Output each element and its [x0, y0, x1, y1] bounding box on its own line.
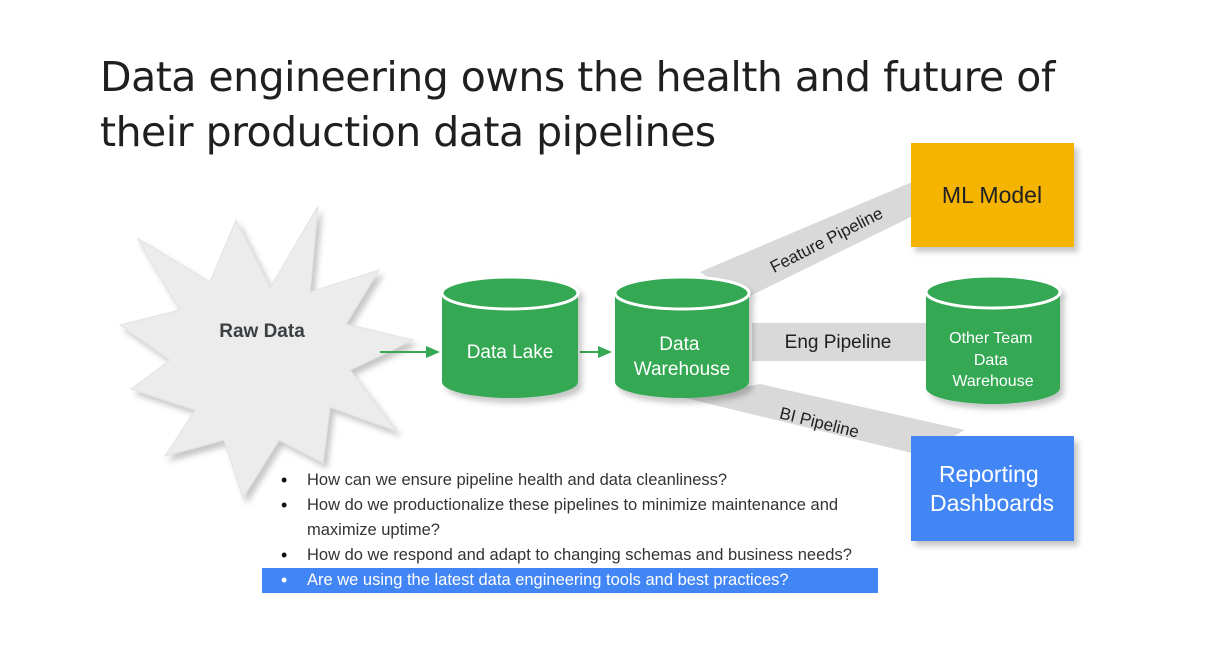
data-lake-label: Data Lake	[467, 342, 554, 363]
question-list: How can we ensure pipeline health and da…	[262, 468, 882, 593]
ml-model-label: ML Model	[942, 182, 1042, 208]
question-item: How do we productionalize these pipeline…	[262, 493, 882, 543]
other-team-label-line1: Other Team	[949, 330, 1032, 347]
reporting-label-line1: Reporting	[939, 461, 1039, 487]
question-item: How can we ensure pipeline health and da…	[262, 468, 882, 493]
eng-pipeline-label: Eng Pipeline	[785, 332, 892, 353]
reporting-label-line2: Dashboards	[930, 490, 1054, 516]
raw-data-label: Raw Data	[219, 321, 305, 342]
question-item-highlighted: Are we using the latest data engineering…	[262, 568, 878, 593]
data-warehouse-label-line2: Warehouse	[634, 359, 730, 380]
data-lake-cylinder	[440, 275, 580, 398]
other-team-label-line2: Data	[974, 352, 1008, 369]
other-team-label-line3: Warehouse	[952, 373, 1033, 390]
arrow-to-data-lake	[426, 346, 440, 358]
question-item: How do we respond and adapt to changing …	[262, 543, 882, 568]
arrow-to-warehouse	[598, 346, 612, 358]
raw-data-star: Raw Data	[118, 205, 415, 500]
data-warehouse-label-line1: Data	[659, 334, 700, 355]
reporting-dashboards-box	[911, 436, 1074, 541]
